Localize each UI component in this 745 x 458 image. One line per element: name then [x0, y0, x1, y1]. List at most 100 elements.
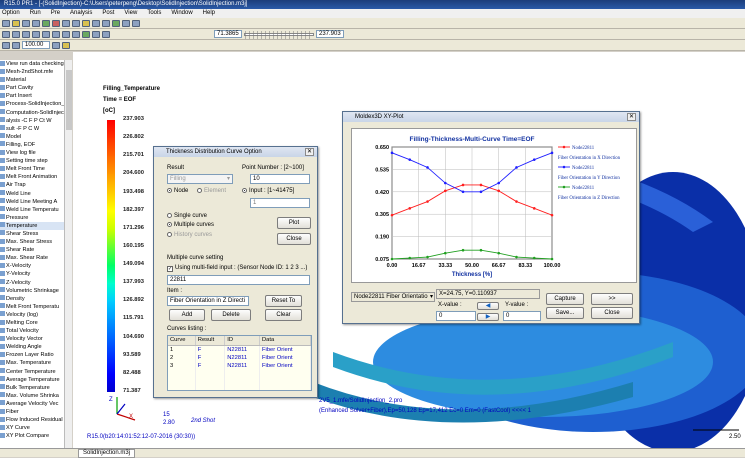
tree-item[interactable]: View log file	[0, 149, 71, 157]
scale-icon[interactable]	[12, 41, 20, 49]
menu-item[interactable]: Window	[169, 10, 192, 16]
menu-item[interactable]: Analysis	[68, 10, 92, 16]
tree-item[interactable]: Process-SolidInjection_	[0, 100, 71, 108]
tree-item[interactable]: Max. Shear Rate	[0, 254, 71, 262]
light-icon[interactable]	[62, 41, 70, 49]
table-row[interactable]: 1 F N22811 Fiber Orient	[168, 345, 311, 354]
edge-icon[interactable]	[102, 30, 110, 38]
probe-icon[interactable]	[92, 19, 100, 27]
tree-item[interactable]: Y-Velocity	[0, 270, 71, 278]
table-row[interactable]: 2 F N22811 Fiber Orient	[168, 353, 311, 362]
run-icon[interactable]	[42, 19, 50, 27]
tree-item[interactable]: Material	[0, 76, 71, 84]
result-select[interactable]: Filling ▾	[167, 174, 233, 184]
capture-button[interactable]: Capture	[546, 293, 584, 305]
x-value-input[interactable]: 0	[436, 311, 476, 321]
menu-item[interactable]: Pre	[49, 10, 60, 16]
tree-item[interactable]: alysis -C F P Ct W	[0, 117, 71, 125]
tree-item[interactable]: Melt Front Animation	[0, 173, 71, 181]
view-top-icon[interactable]	[52, 30, 60, 38]
tree-item[interactable]: Pressure	[0, 214, 71, 222]
stop-icon[interactable]	[52, 19, 60, 27]
arrow-icon[interactable]	[2, 41, 10, 49]
coord1-field[interactable]: 71.3865	[214, 30, 242, 38]
tree-item[interactable]: Weld Line Temperatu	[0, 206, 71, 214]
tree-item[interactable]: Part Insert	[0, 92, 71, 100]
point-number-input[interactable]: 10	[250, 174, 310, 184]
table-header[interactable]: ID	[224, 336, 260, 346]
y-value-input[interactable]: 0	[503, 311, 541, 321]
mesh-icon[interactable]	[62, 19, 70, 27]
table-row[interactable]: 3 F N22811 Fiber Orient	[168, 362, 311, 371]
tree-item[interactable]: Frozen Layer Ratio	[0, 351, 71, 359]
tree-item[interactable]: Max. Temperature	[0, 359, 71, 367]
delete-button[interactable]: Delete	[211, 309, 251, 321]
tree-item[interactable]: Setting time step	[0, 157, 71, 165]
input-radio[interactable]: Input : [1~41475]	[242, 188, 294, 194]
save-icon[interactable]	[22, 19, 30, 27]
tree-item[interactable]: Max. Volume Shrinka	[0, 392, 71, 400]
tree-item[interactable]: Average Temperature	[0, 376, 71, 384]
xy-close-button[interactable]: Close	[591, 307, 633, 319]
tree-item[interactable]: Air Trap	[0, 181, 71, 189]
coord2-field[interactable]: 237.903	[316, 30, 344, 38]
table-header[interactable]: Result	[195, 336, 226, 346]
view-side-icon[interactable]	[62, 30, 70, 38]
tree-item[interactable]: Temperature	[0, 221, 71, 230]
element-radio[interactable]: Element	[197, 188, 226, 194]
tree-scrollbar[interactable]	[64, 60, 72, 448]
curves-table[interactable]: Curve Result ID Data 1 F N22811 Fiber Orient 2 F…	[167, 335, 312, 391]
measure-icon[interactable]	[82, 19, 90, 27]
tree-item[interactable]: View run data checking	[0, 60, 71, 68]
tree-item[interactable]: Melt Front Time	[0, 165, 71, 173]
tree-item[interactable]: Weld Line Meeting A	[0, 198, 71, 206]
report-icon[interactable]	[132, 19, 140, 27]
clear-button[interactable]: Clear	[265, 309, 302, 321]
multi-field-input[interactable]: 22811	[167, 275, 310, 285]
add-button[interactable]: Add	[169, 309, 205, 321]
arrow-left-icon[interactable]: ◀	[477, 302, 499, 310]
animate-icon[interactable]	[112, 19, 120, 27]
multiple-curves-radio[interactable]: Multiple curves	[167, 222, 214, 228]
tree-item[interactable]: Z-Velocity	[0, 279, 71, 287]
tree-item[interactable]: Model	[0, 133, 71, 141]
node-id-input[interactable]: 1	[250, 198, 310, 208]
xy-dialog-titlebar[interactable]: Moldex3D XY-Plot ✕	[343, 112, 639, 122]
node-radio[interactable]: Node	[167, 188, 188, 194]
tree-item[interactable]: Shear Rate	[0, 246, 71, 254]
clip-icon[interactable]	[102, 19, 110, 27]
tree-item[interactable]: Average Velocity Vec	[0, 400, 71, 408]
fit-icon[interactable]	[32, 30, 40, 38]
range-slider[interactable]	[244, 30, 314, 39]
node-series-select[interactable]: Node22811 Fiber Orientatio ▾	[351, 292, 435, 302]
history-curves-radio[interactable]: History curves	[167, 232, 212, 238]
tree-item[interactable]: Part Cavity	[0, 84, 71, 92]
tree-item[interactable]: Welding Angle	[0, 343, 71, 351]
menu-item[interactable]: Help	[201, 10, 215, 16]
tree-item[interactable]: Computation-SolidInject	[0, 109, 71, 117]
shade-icon[interactable]	[82, 30, 90, 38]
close-icon[interactable]: ✕	[305, 148, 314, 156]
tree-item[interactable]: Velocity Vector	[0, 335, 71, 343]
print-icon[interactable]	[32, 19, 40, 27]
item-select[interactable]: Fiber Orientation in Z Directi	[167, 296, 249, 306]
tree-item[interactable]: Center Temperature	[0, 368, 71, 376]
tree-item[interactable]: Mesh-2ndShot.mfe	[0, 68, 71, 76]
pan-icon[interactable]	[12, 30, 20, 38]
open-folder-icon[interactable]	[12, 19, 20, 27]
tree-item[interactable]: XY Plot Compare	[0, 432, 71, 440]
xy-plot-icon[interactable]	[122, 19, 130, 27]
tree-item[interactable]: Total Velocity	[0, 327, 71, 335]
tree-item[interactable]: Filling, EOF	[0, 141, 71, 149]
menu-item[interactable]: Tools	[145, 10, 161, 16]
tree-item[interactable]: Bulk Temperature	[0, 384, 71, 392]
tree-item[interactable]: sult -F P C W	[0, 125, 71, 133]
tree-item[interactable]: Melting Core	[0, 319, 71, 327]
table-header[interactable]: Data	[259, 336, 311, 346]
tree-item[interactable]: XY Curve	[0, 424, 71, 432]
xy-chart-area[interactable]: Filling-Thickness-Multi-Curve Time=EOF 0.…	[351, 128, 637, 283]
plot-button[interactable]: Plot	[277, 217, 311, 229]
rotate-icon[interactable]	[2, 30, 10, 38]
tree-item[interactable]: Flow Induced Residual	[0, 416, 71, 424]
tree-item[interactable]: Melt Front Temperatu	[0, 303, 71, 311]
